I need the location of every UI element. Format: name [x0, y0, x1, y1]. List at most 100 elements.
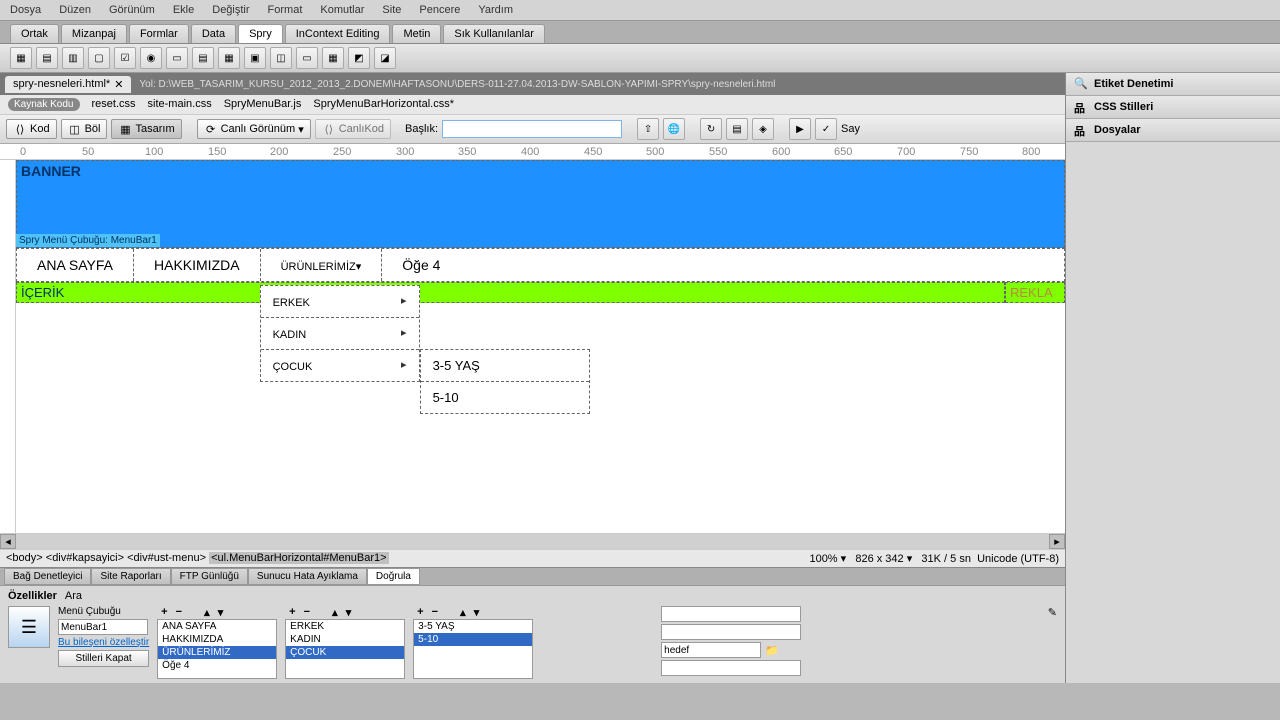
- sub-kadin[interactable]: KADIN▸: [261, 318, 419, 350]
- remove-item-2[interactable]: −: [304, 606, 310, 619]
- upload-icon[interactable]: ⇧: [637, 118, 659, 140]
- src-sprymenucss[interactable]: SpryMenuBarHorizontal.css*: [313, 98, 454, 111]
- horizontal-scrollbar[interactable]: ◂ ▸: [0, 533, 1065, 549]
- btab-dogrula[interactable]: Doğrula: [367, 568, 420, 585]
- spry-btn-9[interactable]: ▦: [218, 47, 240, 69]
- menu-list-2[interactable]: ERKEK KADIN ÇOCUK: [285, 619, 405, 679]
- tasarim-button[interactable]: ▦Tasarım: [111, 119, 181, 139]
- menu-dosya[interactable]: Dosya: [10, 4, 41, 16]
- kaynak-kodu[interactable]: Kaynak Kodu: [8, 98, 80, 111]
- menu-gorunum[interactable]: Görünüm: [109, 4, 155, 16]
- edit-icon[interactable]: ✎: [1048, 607, 1057, 619]
- close-icon[interactable]: ✕: [114, 78, 123, 91]
- banner-region[interactable]: BANNER: [16, 160, 1065, 248]
- menu-bar[interactable]: ANA SAYFA HAKKIMIZDA ÜRÜNLERİMİZ▾ ERKEK▸…: [16, 248, 1065, 282]
- add-item-1[interactable]: +: [161, 606, 167, 619]
- down-2[interactable]: ▾: [346, 606, 352, 619]
- btab-sunucu[interactable]: Sunucu Hata Ayıklama: [248, 568, 367, 585]
- spry-btn-1[interactable]: ▦: [10, 47, 32, 69]
- up-2[interactable]: ▴: [332, 606, 338, 619]
- panel-etiket[interactable]: 🔍 Etiket Denetimi: [1066, 73, 1280, 95]
- link-input[interactable]: [661, 624, 801, 640]
- customize-link[interactable]: Bu bileşeni özelleştir: [58, 637, 149, 648]
- remove-item-3[interactable]: −: [432, 606, 438, 619]
- spry-btn-12[interactable]: ▭: [296, 47, 318, 69]
- menu-pencere[interactable]: Pencere: [419, 4, 460, 16]
- refresh-icon[interactable]: ↻: [700, 118, 722, 140]
- spry-btn-7[interactable]: ▭: [166, 47, 188, 69]
- canli-kod-button[interactable]: ⟨⟩CanlıKod: [315, 119, 391, 139]
- design-canvas[interactable]: BANNER Spry Menü Çubuğu: MenuBar1 ANA SA…: [16, 160, 1065, 533]
- menu-list-1[interactable]: ANA SAYFA HAKKIMIZDA ÜRÜNLERİMİZ Öğe 4: [157, 619, 277, 679]
- spry-btn-8[interactable]: ▤: [192, 47, 214, 69]
- tag-kapsayici[interactable]: <div#kapsayici>: [46, 552, 124, 564]
- menu-yardim[interactable]: Yardım: [478, 4, 513, 16]
- nav-urunlerimiz[interactable]: ÜRÜNLERİMİZ▾ ERKEK▸ KADIN▸ ÇOCUK▸ 3-5 YA…: [261, 249, 383, 281]
- sub-cocuk[interactable]: ÇOCUK▸ 3-5 YAŞ 5-10: [261, 350, 419, 381]
- doc-tab-active[interactable]: spry-nesneleri.html* ✕: [5, 76, 131, 93]
- spry-btn-4[interactable]: ▢: [88, 47, 110, 69]
- up-3[interactable]: ▴: [460, 606, 466, 619]
- tab-data[interactable]: Data: [191, 24, 236, 43]
- panel-dosyalar[interactable]: 品 Dosyalar: [1066, 119, 1280, 141]
- list-item[interactable]: KADIN: [286, 633, 404, 646]
- spry-btn-2[interactable]: ▤: [36, 47, 58, 69]
- icerik-region[interactable]: İÇERİK: [16, 282, 1005, 303]
- prop-tab-ozellikler[interactable]: Özellikler: [8, 590, 57, 602]
- spry-btn-3[interactable]: ▥: [62, 47, 84, 69]
- menu-format[interactable]: Format: [268, 4, 303, 16]
- add-item-2[interactable]: +: [289, 606, 295, 619]
- zoom-select[interactable]: 100%: [809, 553, 837, 565]
- options-icon[interactable]: ▤: [726, 118, 748, 140]
- tab-mizanpaj[interactable]: Mizanpaj: [61, 24, 127, 43]
- sub2-35yas[interactable]: 3-5 YAŞ: [421, 350, 589, 382]
- panel-css[interactable]: 品 CSS Stilleri: [1066, 96, 1280, 118]
- up-1[interactable]: ▴: [204, 606, 210, 619]
- list-item[interactable]: Öğe 4: [158, 659, 276, 672]
- spry-btn-14[interactable]: ◩: [348, 47, 370, 69]
- tab-formlar[interactable]: Formlar: [129, 24, 189, 43]
- list-item[interactable]: ÇOCUK: [286, 646, 404, 659]
- tab-metin[interactable]: Metin: [392, 24, 441, 43]
- submenu-urunler[interactable]: ERKEK▸ KADIN▸ ÇOCUK▸ 3-5 YAŞ 5-10: [260, 285, 420, 382]
- scroll-right-icon[interactable]: ▸: [1049, 534, 1065, 549]
- prop-tab-ara[interactable]: Ara: [65, 590, 82, 602]
- submenu-cocuk[interactable]: 3-5 YAŞ 5-10: [420, 349, 590, 414]
- sub-erkek[interactable]: ERKEK▸: [261, 286, 419, 318]
- bol-button[interactable]: ◫Böl: [61, 119, 108, 139]
- tab-ortak[interactable]: Ortak: [10, 24, 59, 43]
- nav-hakkimizda[interactable]: HAKKIMIZDA: [134, 249, 261, 281]
- sub2-510[interactable]: 5-10: [421, 382, 589, 413]
- spry-btn-11[interactable]: ◫: [270, 47, 292, 69]
- src-sitemain[interactable]: site-main.css: [148, 98, 212, 111]
- validate-icon[interactable]: ✓: [815, 118, 837, 140]
- tag-body[interactable]: <body>: [6, 552, 43, 564]
- title-input-prop[interactable]: [661, 660, 801, 676]
- spry-btn-5[interactable]: ☑: [114, 47, 136, 69]
- menu-komutlar[interactable]: Komutlar: [320, 4, 364, 16]
- text-input[interactable]: [661, 606, 801, 622]
- menu-duzen[interactable]: Düzen: [59, 4, 91, 16]
- src-sprymenujs[interactable]: SpryMenuBar.js: [224, 98, 302, 111]
- spry-btn-6[interactable]: ◉: [140, 47, 162, 69]
- list-item[interactable]: 5-10: [414, 633, 532, 646]
- tab-sik[interactable]: Sık Kullanılanlar: [443, 24, 545, 43]
- list-item[interactable]: ÜRÜNLERİMİZ: [158, 646, 276, 659]
- title-input[interactable]: [442, 120, 622, 138]
- tab-spry[interactable]: Spry: [238, 24, 283, 43]
- scroll-left-icon[interactable]: ◂: [0, 534, 16, 549]
- list-item[interactable]: 3-5 YAŞ: [414, 620, 532, 633]
- reklam-region[interactable]: REKLA: [1005, 282, 1065, 303]
- folder-icon[interactable]: 📁: [765, 644, 779, 657]
- add-item-3[interactable]: +: [417, 606, 423, 619]
- down-1[interactable]: ▾: [218, 606, 224, 619]
- spry-widget-label[interactable]: Spry Menü Çubuğu: MenuBar1: [16, 234, 160, 247]
- nav-anasayfa[interactable]: ANA SAYFA: [17, 249, 134, 281]
- menu-list-3[interactable]: 3-5 YAŞ 5-10: [413, 619, 533, 679]
- menubar-id-input[interactable]: [58, 619, 148, 635]
- check-icon[interactable]: ▶: [789, 118, 811, 140]
- menu-site[interactable]: Site: [382, 4, 401, 16]
- stilleri-kapat-button[interactable]: Stilleri Kapat: [58, 650, 149, 667]
- spry-btn-15[interactable]: ◪: [374, 47, 396, 69]
- tag-ustmenu[interactable]: <div#ust-menu>: [127, 552, 206, 564]
